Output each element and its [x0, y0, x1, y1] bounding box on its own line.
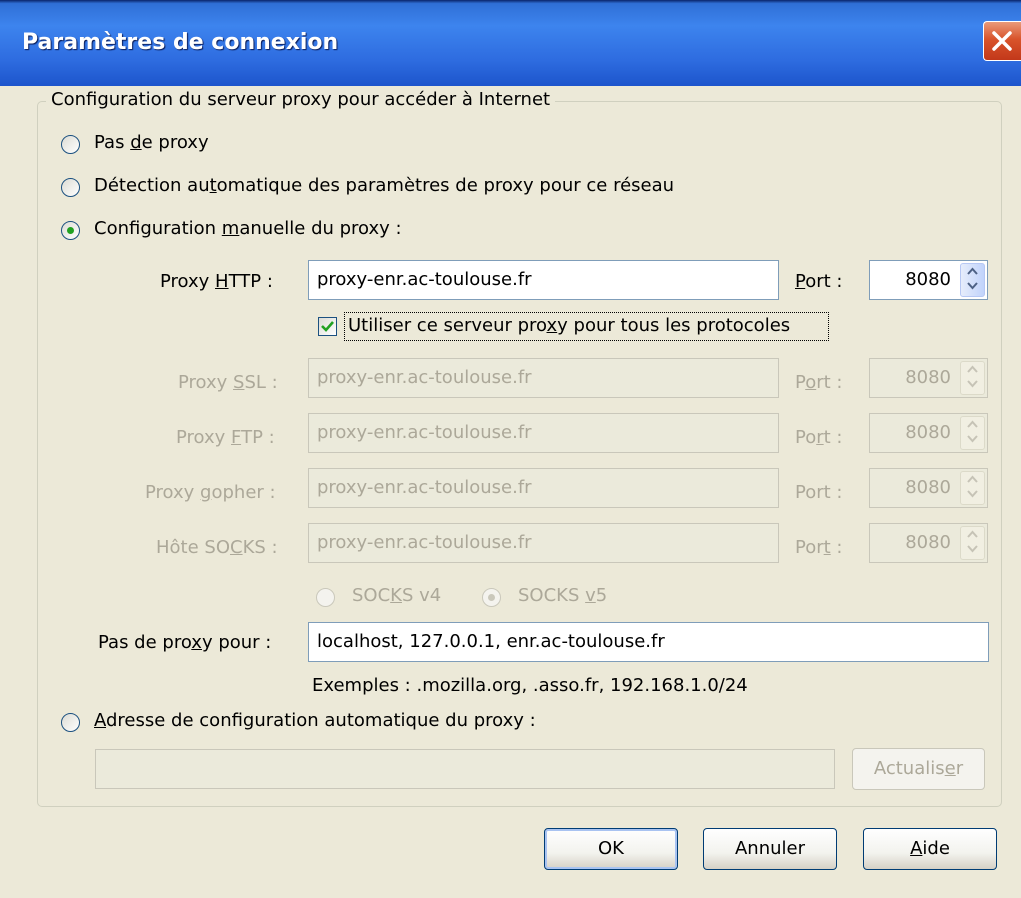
group-legend: Configuration du serveur proxy pour accé…	[46, 89, 556, 110]
chevron-up-icon	[967, 475, 978, 483]
chevron-up-icon	[967, 420, 978, 428]
reload-button[interactable]: Actualiser	[852, 748, 985, 790]
close-button[interactable]	[983, 21, 1021, 61]
label-http-port: Port :	[795, 271, 843, 292]
chevron-down-icon	[967, 380, 978, 388]
ssl-proxy-input[interactable]: proxy-enr.ac-toulouse.fr	[308, 358, 779, 398]
socks-port-value: 8080	[905, 532, 951, 553]
label-manual-proxy: Configuration manuelle du proxy :	[94, 218, 402, 239]
label-ftp-port: Port :	[795, 427, 843, 448]
gopher-port-value: 8080	[905, 477, 951, 498]
chevron-down-icon	[967, 545, 978, 553]
ssl-port-value: 8080	[905, 367, 951, 388]
chevron-down-icon	[967, 282, 978, 290]
http-port-value: 8080	[905, 269, 951, 290]
label-http-proxy: Proxy HTTP :	[160, 271, 273, 292]
label-no-proxy: Pas de proxy	[94, 132, 209, 153]
auto-config-url-input[interactable]	[95, 749, 835, 789]
socks-port-spinner[interactable]: 8080	[869, 523, 988, 563]
radio-socks-v4[interactable]	[316, 588, 335, 607]
title-bar[interactable]: Paramètres de connexion	[0, 0, 1021, 86]
check-icon	[321, 321, 334, 332]
chevron-up-icon	[967, 530, 978, 538]
examples-text: Exemples : .mozilla.org, .asso.fr, 192.1…	[312, 675, 748, 696]
gopher-proxy-input[interactable]: proxy-enr.ac-toulouse.fr	[308, 468, 779, 508]
label-no-proxy-for: Pas de proxy pour :	[98, 632, 272, 653]
spin-arrows[interactable]	[960, 263, 985, 297]
label-share-all: Utiliser ce serveur proxy pour tous les …	[348, 315, 791, 336]
label-auto-detect: Détection automatique des paramètres de …	[94, 175, 675, 196]
chevron-up-icon	[967, 365, 978, 373]
help-button[interactable]: Aide	[863, 828, 997, 870]
label-ftp-proxy: Proxy FTP :	[176, 427, 275, 448]
label-gopher-proxy: Proxy gopher :	[145, 482, 276, 503]
spin-arrows[interactable]	[960, 361, 985, 395]
radio-manual-proxy[interactable]	[61, 221, 80, 240]
window-title: Paramètres de connexion	[22, 30, 339, 55]
label-ssl-proxy: Proxy SSL :	[178, 372, 278, 393]
socks-host-input[interactable]: proxy-enr.ac-toulouse.fr	[308, 523, 779, 563]
spin-arrows[interactable]	[960, 526, 985, 560]
close-icon	[992, 31, 1012, 51]
label-socks-v5: SOCKS v5	[518, 585, 608, 606]
label-socks-port: Port :	[795, 537, 843, 558]
radio-auto-detect[interactable]	[61, 178, 80, 197]
spin-arrows[interactable]	[960, 471, 985, 505]
label-gopher-port: Port :	[795, 482, 843, 503]
label-socks-v4: SOCKS v4	[352, 585, 442, 606]
ssl-port-spinner[interactable]: 8080	[869, 358, 988, 398]
cancel-button[interactable]: Annuler	[703, 828, 837, 870]
label-ssl-port: Port :	[795, 372, 843, 393]
label-auto-config-url: Adresse de configuration automatique du …	[94, 710, 536, 731]
ftp-proxy-input[interactable]: proxy-enr.ac-toulouse.fr	[308, 413, 779, 453]
radio-no-proxy[interactable]	[61, 135, 80, 154]
ftp-port-value: 8080	[905, 422, 951, 443]
radio-socks-v5[interactable]	[482, 588, 501, 607]
chevron-up-icon	[967, 267, 978, 275]
http-proxy-input[interactable]: proxy-enr.ac-toulouse.fr	[308, 260, 779, 300]
http-port-spinner[interactable]: 8080	[869, 260, 988, 300]
proxy-config-group	[37, 101, 1002, 807]
radio-auto-config-url[interactable]	[61, 713, 80, 732]
spin-arrows[interactable]	[960, 416, 985, 450]
share-all-checkbox[interactable]	[318, 317, 337, 336]
gopher-port-spinner[interactable]: 8080	[869, 468, 988, 508]
ftp-port-spinner[interactable]: 8080	[869, 413, 988, 453]
chevron-down-icon	[967, 490, 978, 498]
ok-button[interactable]: OK	[544, 828, 678, 870]
no-proxy-for-input[interactable]: localhost, 127.0.0.1, enr.ac-toulouse.fr	[308, 622, 989, 662]
label-socks-host: Hôte SOCKS :	[156, 537, 278, 558]
chevron-down-icon	[967, 435, 978, 443]
